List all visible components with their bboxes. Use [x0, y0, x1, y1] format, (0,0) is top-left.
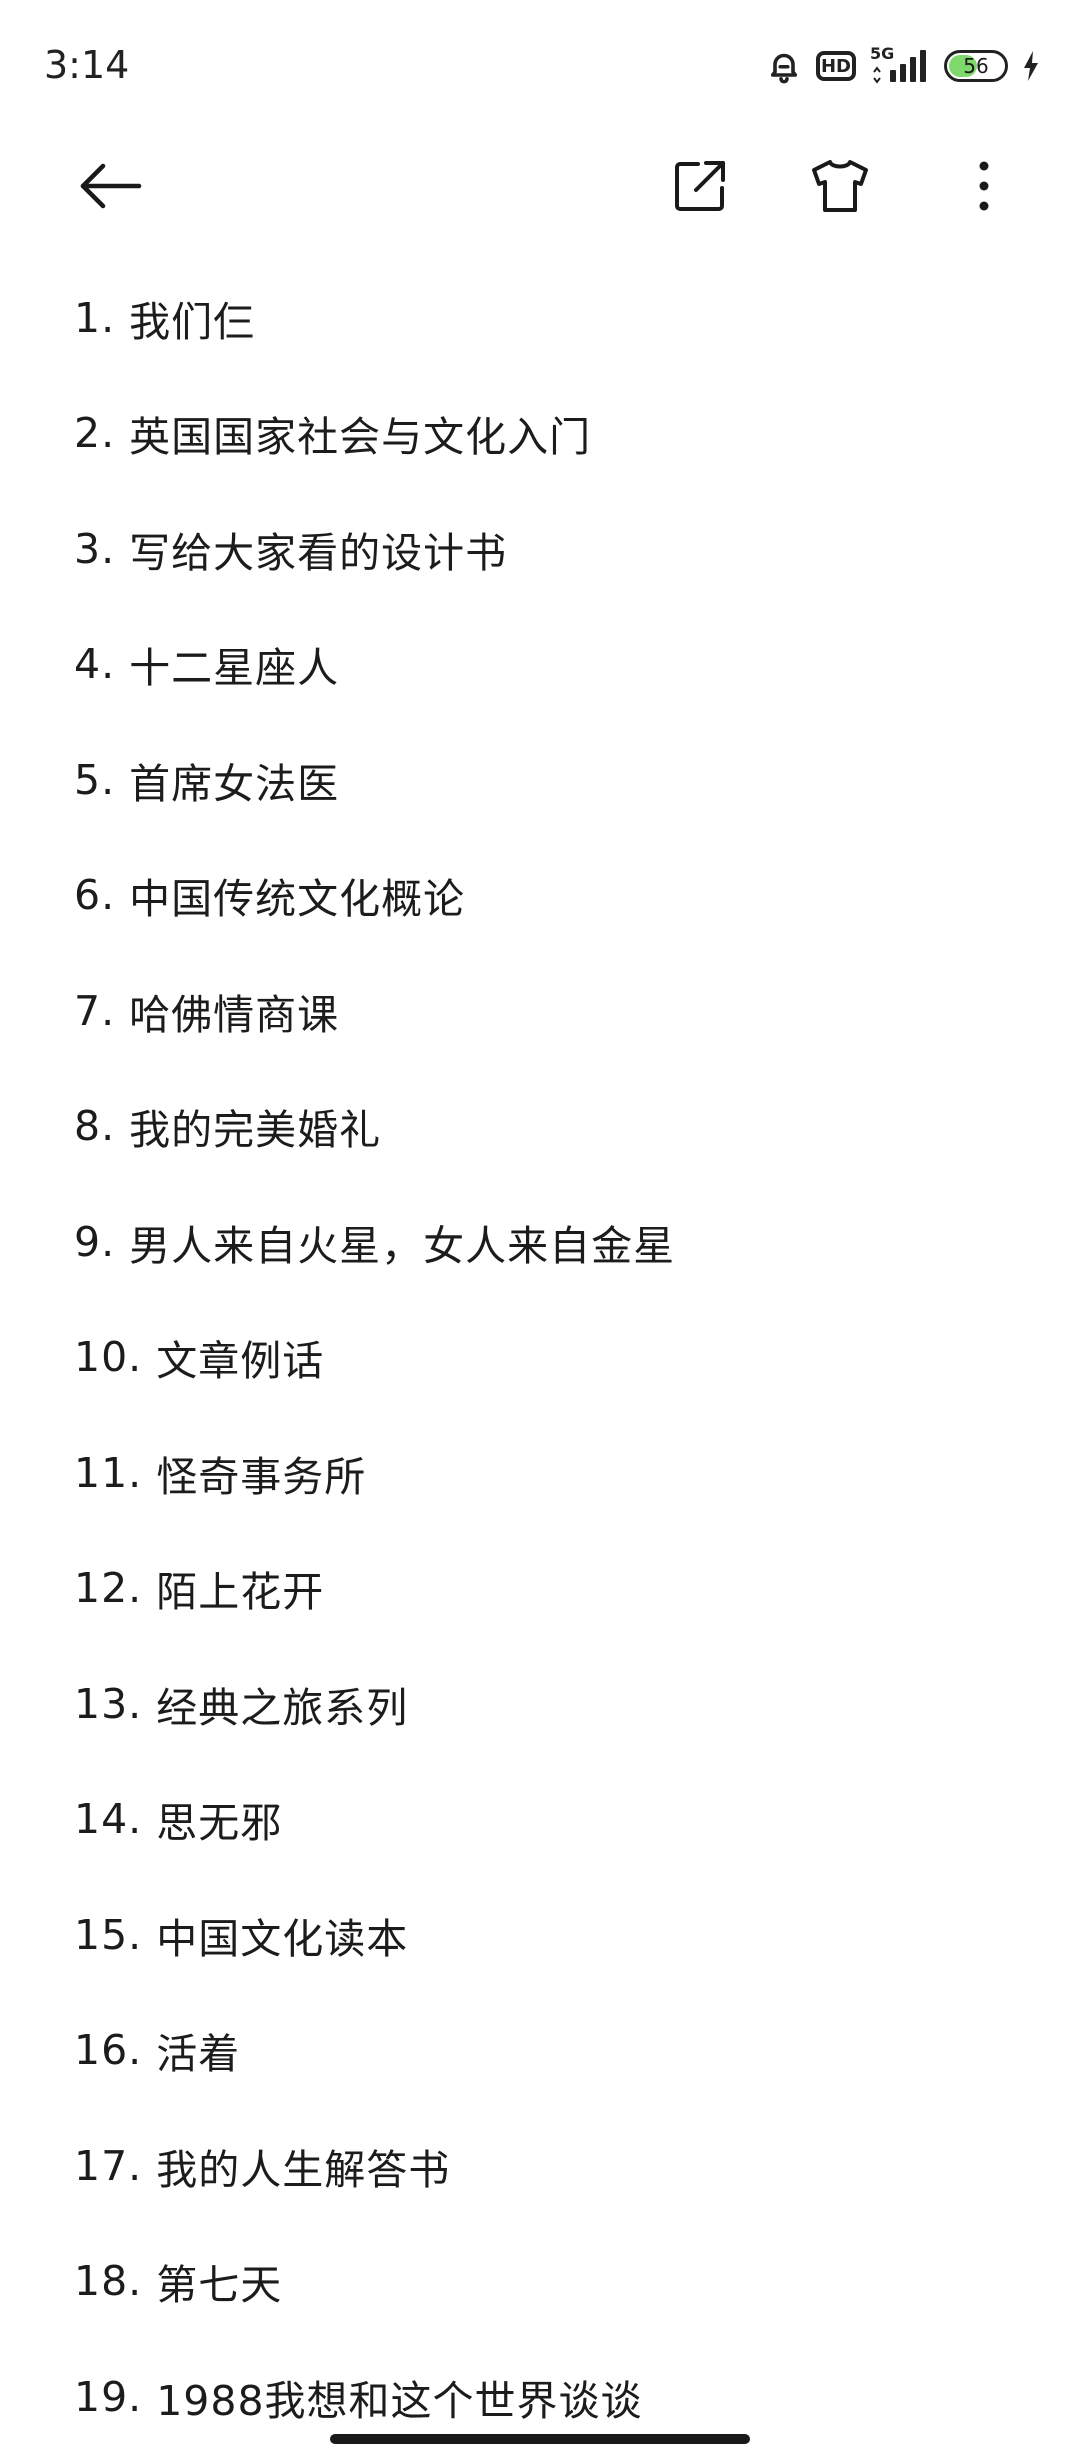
alarm-icon — [766, 48, 802, 84]
item-title: 经典之旅系列 — [156, 1683, 409, 1732]
item-number: 19. — [74, 2372, 143, 2421]
item-number: 12. — [74, 1564, 143, 1613]
list-item[interactable]: 15. 中国文化读本 — [74, 1877, 1034, 1993]
item-number: 2. — [74, 409, 116, 458]
back-arrow-icon — [77, 162, 143, 214]
item-title: 写给大家看的设计书 — [129, 528, 508, 577]
battery-level: 56 — [963, 54, 989, 78]
item-number: 6. — [74, 871, 116, 920]
list-item[interactable]: 11. 怪奇事务所 — [74, 1415, 1034, 1531]
item-title: 怪奇事务所 — [156, 1452, 367, 1501]
list-item[interactable]: 9. 男人来自火星，女人来自金星 — [74, 1184, 1034, 1300]
status-bar: 3:14 HD 5G 56 — [0, 0, 1080, 130]
share-external-icon — [672, 158, 728, 218]
list-item[interactable]: 8. 我的完美婚礼 — [74, 1069, 1034, 1185]
item-title: 男人来自火星，女人来自金星 — [129, 1221, 676, 1270]
theme-button[interactable] — [800, 148, 880, 228]
list-item[interactable]: 5. 首席女法医 — [74, 722, 1034, 838]
battery-icon: 56 — [944, 50, 1008, 82]
item-number: 5. — [74, 755, 116, 804]
list-item[interactable]: 3. 写给大家看的设计书 — [74, 491, 1034, 607]
item-title: 陌上花开 — [156, 1568, 325, 1617]
list-item[interactable]: 16. 活着 — [74, 1993, 1034, 2109]
item-number: 4. — [74, 640, 116, 689]
item-title: 我们仨 — [129, 297, 256, 346]
list-item[interactable]: 14. 思无邪 — [74, 1762, 1034, 1878]
item-title: 十二星座人 — [129, 644, 340, 693]
item-title: 我的人生解答书 — [156, 2145, 451, 2194]
status-time: 3:14 — [44, 43, 130, 87]
item-title: 中国传统文化概论 — [129, 875, 466, 924]
item-title: 1988我想和这个世界谈谈 — [156, 2376, 643, 2425]
list-item[interactable]: 1. 我们仨 — [74, 260, 1034, 376]
item-number: 17. — [74, 2141, 143, 2190]
item-number: 9. — [74, 1217, 116, 1266]
item-title: 中国文化读本 — [156, 1914, 409, 1963]
list-item[interactable]: 13. 经典之旅系列 — [74, 1646, 1034, 1762]
app-bar — [0, 130, 1080, 250]
item-number: 7. — [74, 986, 116, 1035]
home-indicator[interactable] — [330, 2434, 750, 2444]
item-number: 3. — [74, 524, 116, 573]
list-item[interactable]: 2. 英国国家社会与文化入门 — [74, 376, 1034, 492]
hd-icon: HD — [816, 51, 856, 81]
list-item[interactable]: 6. 中国传统文化概论 — [74, 838, 1034, 954]
item-title: 活着 — [156, 2030, 241, 2079]
item-number: 15. — [74, 1910, 143, 1959]
list-item[interactable]: 12. 陌上花开 — [74, 1531, 1034, 1647]
item-number: 11. — [74, 1448, 143, 1497]
item-number: 1. — [74, 293, 116, 342]
list-item[interactable]: 4. 十二星座人 — [74, 607, 1034, 723]
item-title: 第七天 — [156, 2261, 283, 2310]
list-item[interactable]: 7. 哈佛情商课 — [74, 953, 1034, 1069]
list-item[interactable]: 17. 我的人生解答书 — [74, 2108, 1034, 2224]
item-title: 首席女法医 — [129, 759, 340, 808]
item-number: 10. — [74, 1333, 143, 1382]
list-item[interactable]: 10. 文章例话 — [74, 1300, 1034, 1416]
item-title: 英国国家社会与文化入门 — [129, 413, 592, 462]
list-item[interactable]: 18. 第七天 — [74, 2224, 1034, 2340]
item-title: 思无邪 — [156, 1799, 283, 1848]
shirt-theme-icon — [810, 158, 870, 218]
charging-icon — [1022, 50, 1040, 82]
item-number: 13. — [74, 1679, 143, 1728]
status-icons: HD 5G 56 — [766, 44, 1040, 86]
item-number: 16. — [74, 2026, 143, 2075]
item-number: 14. — [74, 1795, 143, 1844]
item-title: 文章例话 — [156, 1337, 325, 1386]
back-button[interactable] — [70, 148, 150, 228]
more-options-button[interactable] — [944, 148, 1024, 228]
item-title: 我的完美婚礼 — [129, 1106, 382, 1155]
item-number: 18. — [74, 2257, 143, 2306]
share-button[interactable] — [660, 148, 740, 228]
more-vertical-icon — [974, 158, 994, 218]
signal-icon: 5G — [870, 44, 930, 86]
item-title: 哈佛情商课 — [129, 990, 340, 1039]
item-number: 8. — [74, 1102, 116, 1151]
book-list: 1. 我们仨 2. 英国国家社会与文化入门 3. 写给大家看的设计书 4. 十二星座人 … — [74, 260, 1034, 2455]
